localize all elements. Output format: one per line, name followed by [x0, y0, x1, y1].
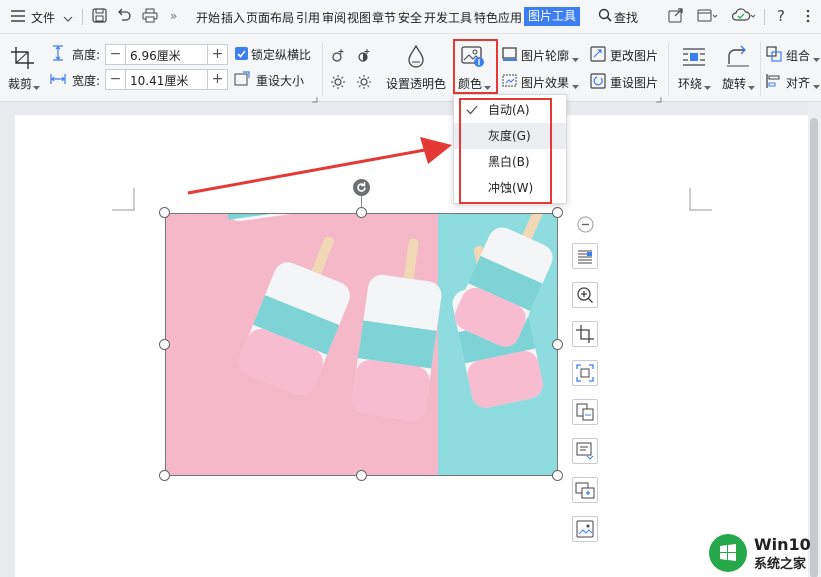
resize-handle-top[interactable] [356, 207, 367, 218]
resize-handle-left[interactable] [159, 339, 170, 350]
rotate-handle-icon[interactable] [352, 178, 371, 200]
windows-logo-icon [720, 544, 736, 561]
crop-picture-button[interactable] [572, 321, 598, 347]
edit-picture-icon [576, 520, 594, 538]
resize-handle-top-right[interactable] [552, 207, 563, 218]
watermark-logo [709, 534, 747, 572]
watermark-site: 系统之家 [754, 557, 807, 572]
resize-handle-bottom-right[interactable] [552, 470, 563, 481]
crop-icon [576, 325, 594, 343]
picture-to-pdf-button[interactable] [572, 399, 598, 425]
layout-options-button[interactable] [572, 243, 598, 269]
layout-options-icon [578, 250, 592, 264]
resize-handle-bottom[interactable] [356, 470, 367, 481]
popsicle-picture[interactable] [165, 213, 558, 476]
zoom-picture-button[interactable] [572, 282, 598, 308]
zoom-in-icon [577, 287, 593, 303]
watermark-brand: Win10 [754, 535, 811, 554]
convert-icon [576, 403, 594, 421]
resize-handle-bottom-left[interactable] [159, 470, 170, 481]
translate-icon [576, 442, 594, 460]
collapse-toolbar-icon[interactable] [577, 216, 594, 236]
add-picture-icon [575, 482, 595, 499]
picture-to-text-button[interactable] [572, 360, 598, 386]
ocr-icon [576, 364, 594, 382]
translate-picture-button[interactable] [572, 438, 598, 464]
dropdown-items-highlight [459, 98, 552, 204]
resize-handle-right[interactable] [552, 339, 563, 350]
picture-edit-button[interactable] [572, 516, 598, 542]
resize-handle-top-left[interactable] [159, 207, 170, 218]
picture-splice-button[interactable] [572, 477, 598, 503]
